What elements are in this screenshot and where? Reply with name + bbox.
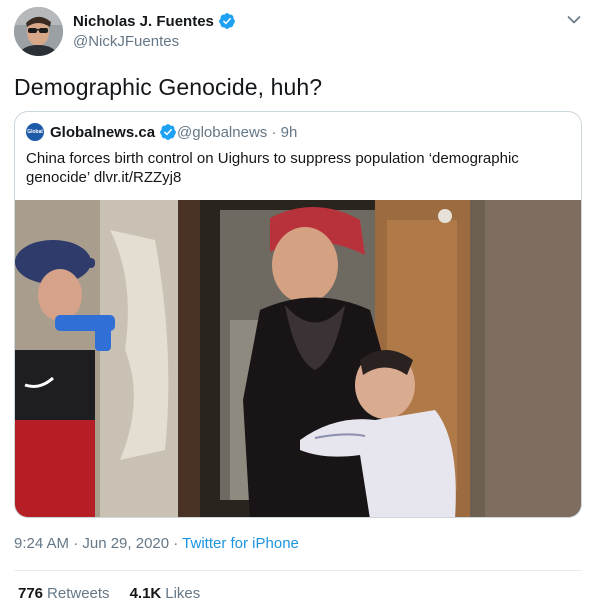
- quoted-avatar: Global: [26, 123, 44, 141]
- quoted-tweet-text: China forces birth control on Uighurs to…: [26, 150, 519, 186]
- tweet-time[interactable]: 9:24 AM · Jun 29, 2020 ·: [14, 535, 182, 552]
- likes-label[interactable]: Likes: [165, 585, 200, 602]
- likes-stat[interactable]: 4.1K Likes: [130, 585, 201, 602]
- author-avatar[interactable]: [14, 7, 63, 56]
- author-name[interactable]: Nicholas J. Fuentes: [73, 12, 236, 30]
- tweet-text: Demographic Genocide, huh?: [14, 74, 323, 100]
- retweets-stat[interactable]: 776 Retweets: [18, 585, 110, 602]
- author-handle[interactable]: @NickJFuentes: [73, 33, 179, 50]
- retweets-count[interactable]: 776: [18, 585, 43, 602]
- quoted-news-photo[interactable]: [15, 200, 582, 518]
- tweet-stats: 776 Retweets 4.1K Likes: [18, 585, 220, 602]
- quoted-handle-time[interactable]: @globalnews · 9h: [177, 124, 297, 141]
- tweet-source-link[interactable]: Twitter for iPhone: [182, 535, 299, 552]
- quoted-author-name-text[interactable]: Globalnews.ca: [50, 124, 155, 141]
- divider: [14, 570, 582, 571]
- likes-count[interactable]: 4.1K: [130, 585, 162, 602]
- quoted-avatar-label: Global: [27, 129, 43, 135]
- verified-badge-icon: [218, 13, 235, 29]
- chevron-down-icon[interactable]: [566, 12, 582, 28]
- retweets-label[interactable]: Retweets: [47, 585, 110, 602]
- author-name-text[interactable]: Nicholas J. Fuentes: [73, 13, 214, 30]
- quoted-tweet[interactable]: Global Globalnews.ca @globalnews · 9h Ch…: [14, 111, 582, 518]
- verified-badge-icon: [160, 124, 176, 140]
- quoted-author-name[interactable]: Globalnews.ca: [50, 123, 177, 141]
- tweet-card: Nicholas J. Fuentes @NickJFuentes Demogr…: [0, 0, 593, 611]
- tweet-timestamp[interactable]: 9:24 AM · Jun 29, 2020 · Twitter for iPh…: [14, 535, 299, 552]
